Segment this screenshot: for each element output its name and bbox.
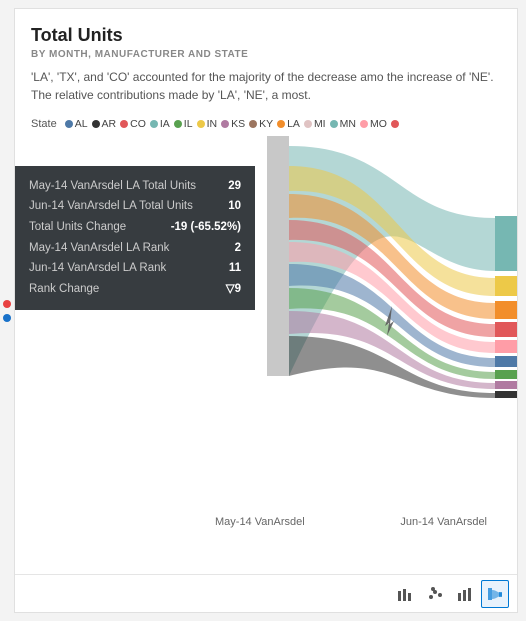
tooltip-row-5: Jun-14 VanArsdel LA Rank 11 bbox=[29, 258, 241, 279]
legend-dot-al bbox=[65, 120, 73, 128]
sankey-icon bbox=[487, 587, 503, 601]
legend-item-in: IN bbox=[197, 118, 218, 130]
bar-chart-icon bbox=[397, 587, 413, 601]
chart-labels: May-14 VanArsdel Jun-14 VanArsdel bbox=[15, 516, 517, 528]
legend-dot-ia bbox=[150, 120, 158, 128]
legend-dot-mi bbox=[304, 120, 312, 128]
tooltip-row-2: Jun-14 VanArsdel LA Total Units 10 bbox=[29, 196, 241, 217]
legend-dot-co bbox=[120, 120, 128, 128]
tooltip-key-5: Jun-14 VanArsdel LA Rank bbox=[29, 258, 166, 279]
legend-item-mi: MI bbox=[304, 118, 326, 130]
card-description: 'LA', 'TX', and 'CO' accounted for the m… bbox=[15, 68, 517, 112]
tooltip-val-1: 29 bbox=[228, 176, 241, 197]
tooltip-val-5: 11 bbox=[229, 258, 241, 279]
bottom-toolbar bbox=[15, 574, 517, 612]
tooltip-key-6: Rank Change bbox=[29, 279, 99, 300]
bar-chart-button[interactable] bbox=[391, 580, 419, 608]
scatter-button[interactable] bbox=[421, 580, 449, 608]
legend-item-la: LA bbox=[277, 118, 300, 130]
card-subtitle: BY MONTH, MANUFACTURER AND STATE bbox=[31, 49, 501, 60]
card-header: Total Units BY MONTH, MANUFACTURER AND S… bbox=[15, 9, 517, 68]
sidebar-dot-blue bbox=[3, 314, 11, 322]
legend-item-ar: AR bbox=[92, 118, 117, 130]
tooltip-key-2: Jun-14 VanArsdel LA Total Units bbox=[29, 196, 193, 217]
legend-label: State bbox=[31, 118, 57, 130]
chart-label-right: Jun-14 VanArsdel bbox=[400, 516, 487, 528]
legend-dot-mn bbox=[330, 120, 338, 128]
tooltip: May-14 VanArsdel LA Total Units 29 Jun-1… bbox=[15, 166, 255, 310]
tooltip-row-3: Total Units Change -19 (-65.52%) bbox=[29, 217, 241, 238]
legend-dot-more bbox=[391, 120, 399, 128]
legend-item-al: AL bbox=[65, 118, 88, 130]
sidebar-dot-red bbox=[3, 300, 11, 308]
legend-item-il: IL bbox=[174, 118, 193, 130]
legend-item-ks: KS bbox=[221, 118, 245, 130]
legend-item-co: CO bbox=[120, 118, 146, 130]
column-chart-icon bbox=[457, 587, 473, 601]
scatter-icon bbox=[427, 587, 443, 601]
tooltip-key-1: May-14 VanArsdel LA Total Units bbox=[29, 176, 196, 197]
tooltip-val-2: 10 bbox=[228, 196, 241, 217]
tooltip-row-6: Rank Change ▽9 bbox=[29, 279, 241, 300]
legend-dot-in bbox=[197, 120, 205, 128]
legend-item-ia: IA bbox=[150, 118, 170, 130]
left-sidebar bbox=[0, 0, 14, 621]
tooltip-key-4: May-14 VanArsdel LA Rank bbox=[29, 238, 169, 259]
legend-bar: State AL AR CO IA IL bbox=[15, 112, 517, 136]
tooltip-val-3: -19 (-65.52%) bbox=[171, 217, 241, 238]
chart-label-left: May-14 VanArsdel bbox=[215, 516, 305, 528]
tooltip-row-4: May-14 VanArsdel LA Rank 2 bbox=[29, 238, 241, 259]
legend-item-ky: KY bbox=[249, 118, 273, 130]
legend-dot-ky bbox=[249, 120, 257, 128]
legend-dot-la bbox=[277, 120, 285, 128]
tooltip-val-6: ▽9 bbox=[226, 279, 241, 300]
tooltip-val-4: 2 bbox=[235, 238, 241, 259]
legend-dot-mo bbox=[360, 120, 368, 128]
legend-item-more bbox=[391, 120, 399, 128]
legend-dot-ks bbox=[221, 120, 229, 128]
legend-dot-il bbox=[174, 120, 182, 128]
legend-item-mo: MO bbox=[360, 118, 387, 130]
legend-item-mn: MN bbox=[330, 118, 356, 130]
main-panel: Total Units BY MONTH, MANUFACTURER AND S… bbox=[14, 8, 518, 613]
tooltip-key-3: Total Units Change bbox=[29, 217, 126, 238]
chart-area: May-14 VanArsdel LA Total Units 29 Jun-1… bbox=[15, 136, 517, 574]
sankey-chart bbox=[267, 136, 517, 446]
tooltip-row-1: May-14 VanArsdel LA Total Units 29 bbox=[29, 176, 241, 197]
legend-dot-ar bbox=[92, 120, 100, 128]
card-title: Total Units bbox=[31, 25, 501, 47]
column-chart-button[interactable] bbox=[451, 580, 479, 608]
sankey-button[interactable] bbox=[481, 580, 509, 608]
